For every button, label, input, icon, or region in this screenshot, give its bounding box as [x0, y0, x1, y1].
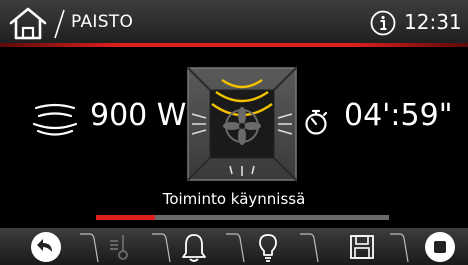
toolbar-separator [152, 233, 171, 263]
lightbulb-icon[interactable] [252, 231, 284, 263]
status-text: Toiminto käynnissä [162, 190, 306, 208]
bell-icon[interactable] [178, 231, 210, 263]
home-icon[interactable] [8, 6, 48, 40]
breadcrumb-separator [54, 9, 65, 39]
clock: 12:31 [404, 10, 462, 34]
toolbar-separator [300, 233, 319, 263]
progress-bar [96, 215, 389, 220]
progress-fill [96, 215, 155, 220]
heat-waves-icon [32, 103, 78, 136]
timer-value[interactable]: 04':59" [344, 98, 453, 133]
top-bar: PAISTO 12:31 [0, 0, 468, 44]
bottom-toolbar [0, 228, 468, 265]
save-icon[interactable] [346, 231, 378, 263]
power-value[interactable]: 900 W [90, 98, 186, 133]
page-title: PAISTO [71, 12, 134, 32]
toolbar-separator [390, 233, 409, 263]
toolbar-separator [80, 233, 99, 263]
stopwatch-icon [305, 109, 328, 135]
header-accent-line [0, 43, 468, 47]
stop-icon[interactable] [424, 231, 456, 263]
toolbar-separator [226, 233, 245, 263]
info-icon[interactable] [370, 10, 396, 36]
thermometer-icon [110, 235, 128, 260]
oven-fan-heating-icon [187, 67, 297, 181]
back-icon[interactable] [30, 231, 62, 263]
